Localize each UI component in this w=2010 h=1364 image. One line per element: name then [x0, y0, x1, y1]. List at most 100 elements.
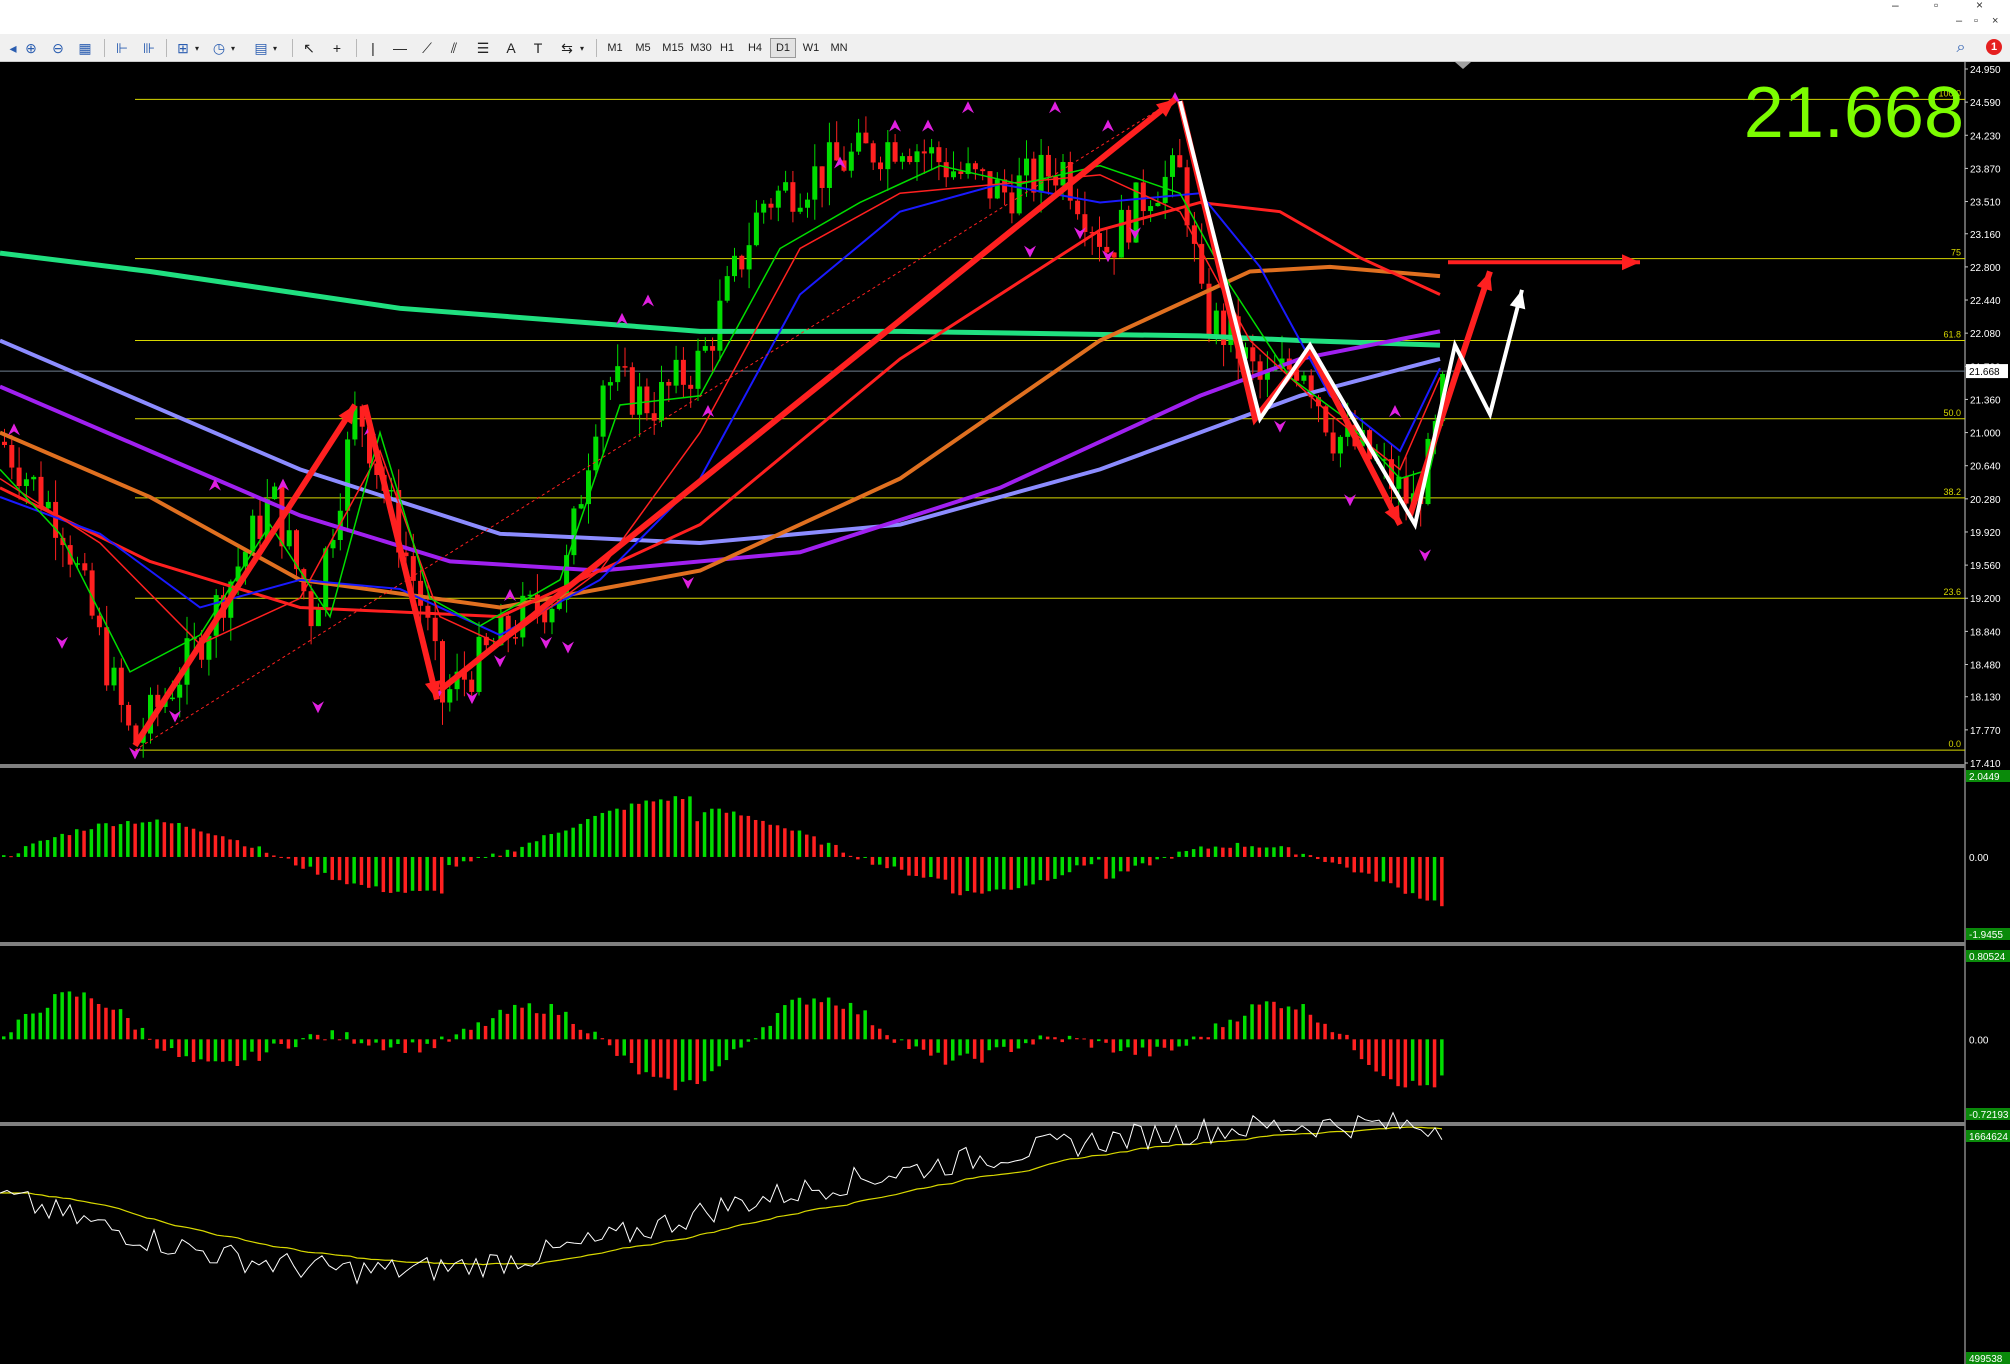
macd-bar [1177, 851, 1181, 857]
templates-dropdown-icon[interactable]: ▾ [271, 38, 279, 58]
restore-window-icon[interactable]: ▫ [1934, 0, 1938, 12]
candle-body [994, 179, 1000, 199]
annotation-arrow-target [1448, 254, 1640, 271]
chart-minimize-icon[interactable]: – [1956, 15, 1962, 27]
candle-body [1221, 310, 1227, 346]
osma-bar [1403, 1039, 1408, 1088]
autoscroll-icon[interactable]: ⊪ [138, 38, 160, 58]
macd-bar [549, 833, 553, 857]
osma-bar [929, 1039, 933, 1056]
osma-bar [644, 1039, 648, 1073]
osma-bar [1038, 1035, 1043, 1040]
macd-bar [943, 856, 948, 880]
timeframe-h4[interactable]: H4 [742, 38, 768, 58]
macd-bar [1359, 856, 1364, 873]
volume-signal-line [0, 1126, 1443, 1266]
timeframe-m15[interactable]: M15 [658, 38, 688, 58]
macd-bar [710, 808, 714, 857]
osma-bar [104, 1007, 108, 1040]
macd-bar [607, 810, 612, 857]
macd-bar [834, 844, 838, 857]
indicators-dropdown-icon[interactable]: ▾ [193, 38, 201, 58]
minimize-window-icon[interactable]: – [1892, 0, 1899, 12]
osma-bar [753, 1038, 758, 1040]
fractal-down-marker [1024, 245, 1036, 258]
zoom-out-icon[interactable]: ⊖ [47, 38, 69, 58]
macd-bar [805, 834, 809, 857]
osma-bar [418, 1039, 422, 1053]
arrows-dropdown-icon[interactable]: ▾ [578, 38, 586, 58]
timeframe-d1[interactable]: D1 [770, 38, 796, 58]
osma-bar [1024, 1039, 1028, 1044]
macd-bar [907, 856, 911, 876]
macd-bar [885, 856, 889, 869]
timeframe-m1[interactable]: M1 [602, 38, 628, 58]
tile-windows-icon[interactable]: ▦ [74, 38, 96, 58]
fibonacci-icon[interactable]: ☰ [472, 38, 494, 58]
fib-label: 50.0 [1943, 408, 1961, 418]
candle-body [717, 300, 723, 351]
candle-body [899, 156, 905, 162]
macd-bar [410, 856, 415, 891]
macd-bar [257, 846, 261, 857]
indicators-icon[interactable]: ⊞ [172, 38, 194, 58]
chart-shift-marker [1455, 62, 1471, 69]
timeframe-mn[interactable]: MN [826, 38, 852, 58]
osma-bar [1345, 1034, 1349, 1040]
search-icon[interactable]: ⌕ [1950, 38, 1972, 58]
timeframe-m5[interactable]: M5 [630, 38, 656, 58]
equidistant-channel-icon[interactable]: ⫽ [443, 38, 465, 58]
chart-area[interactable]: 100.0 75 61.8 50.0 38.2 23.6 0.0 24.950 24.590 24… [0, 62, 2010, 1364]
osma-axis-label: 0.80524 [1969, 952, 2006, 963]
osma-bar [118, 1009, 123, 1040]
timeframe-w1[interactable]: W1 [798, 38, 824, 58]
trendline-icon[interactable]: ⟋ [416, 38, 438, 58]
macd-bar [775, 825, 780, 857]
cursor-icon[interactable]: ↖ [298, 38, 320, 58]
close-window-icon[interactable]: × [1976, 0, 1983, 12]
horizontal-line-icon[interactable]: — [389, 38, 411, 58]
text-label-icon[interactable]: T [527, 38, 549, 58]
macd-axis-label: 2.0449 [1969, 772, 2000, 783]
zoom-in-icon[interactable]: ⊕ [20, 38, 42, 58]
macd-axis-label: -1.9455 [1969, 930, 2003, 941]
chart-shift-icon[interactable]: ⊩ [111, 38, 133, 58]
osma-bar [221, 1039, 225, 1062]
osma-bar [1060, 1039, 1064, 1043]
chart-close-icon[interactable]: × [1992, 15, 1998, 27]
osma-bar [710, 1039, 714, 1072]
crosshair-icon[interactable]: + [326, 38, 348, 58]
vertical-line-icon[interactable]: | [362, 38, 384, 58]
macd-bar [345, 856, 349, 885]
chart-restore-icon[interactable]: ▫ [1974, 15, 1978, 27]
osma-bar [31, 1013, 35, 1040]
candle-body [1053, 176, 1059, 186]
arrows-icon[interactable]: ⇆ [556, 38, 578, 58]
price-axis [1965, 62, 2010, 1364]
osma-bar [520, 1007, 524, 1040]
macd-bar [1418, 856, 1422, 899]
macd-bar [1133, 856, 1137, 866]
macd-bar [586, 819, 590, 857]
candle-body [695, 350, 701, 389]
macd-bar [1396, 856, 1400, 888]
osma-bar [600, 1038, 605, 1040]
text-icon[interactable]: A [500, 38, 522, 58]
current-price-tag-label: 21.668 [1969, 367, 2000, 378]
osma-bar [184, 1039, 188, 1057]
macd-bar [221, 836, 225, 857]
macd-bar [797, 830, 802, 857]
price-axis-label: 22.440 [1970, 296, 2001, 307]
macd-bar [899, 856, 904, 870]
osma-bar [936, 1039, 940, 1053]
timeframe-h1[interactable]: H1 [714, 38, 740, 58]
chart-canvas[interactable]: 100.07561.850.038.223.60.024.95024.59024… [0, 62, 2010, 1364]
timeframe-m30[interactable]: M30 [686, 38, 716, 58]
macd-bar [841, 852, 845, 857]
periods-dropdown-icon[interactable]: ▾ [229, 38, 237, 58]
macd-bar [1002, 856, 1006, 890]
notification-badge[interactable]: 1 [1986, 39, 2002, 55]
templates-icon[interactable]: ▤ [250, 38, 272, 58]
price-axis-label: 20.640 [1970, 462, 2001, 473]
periods-clock-icon[interactable]: ◷ [208, 38, 230, 58]
